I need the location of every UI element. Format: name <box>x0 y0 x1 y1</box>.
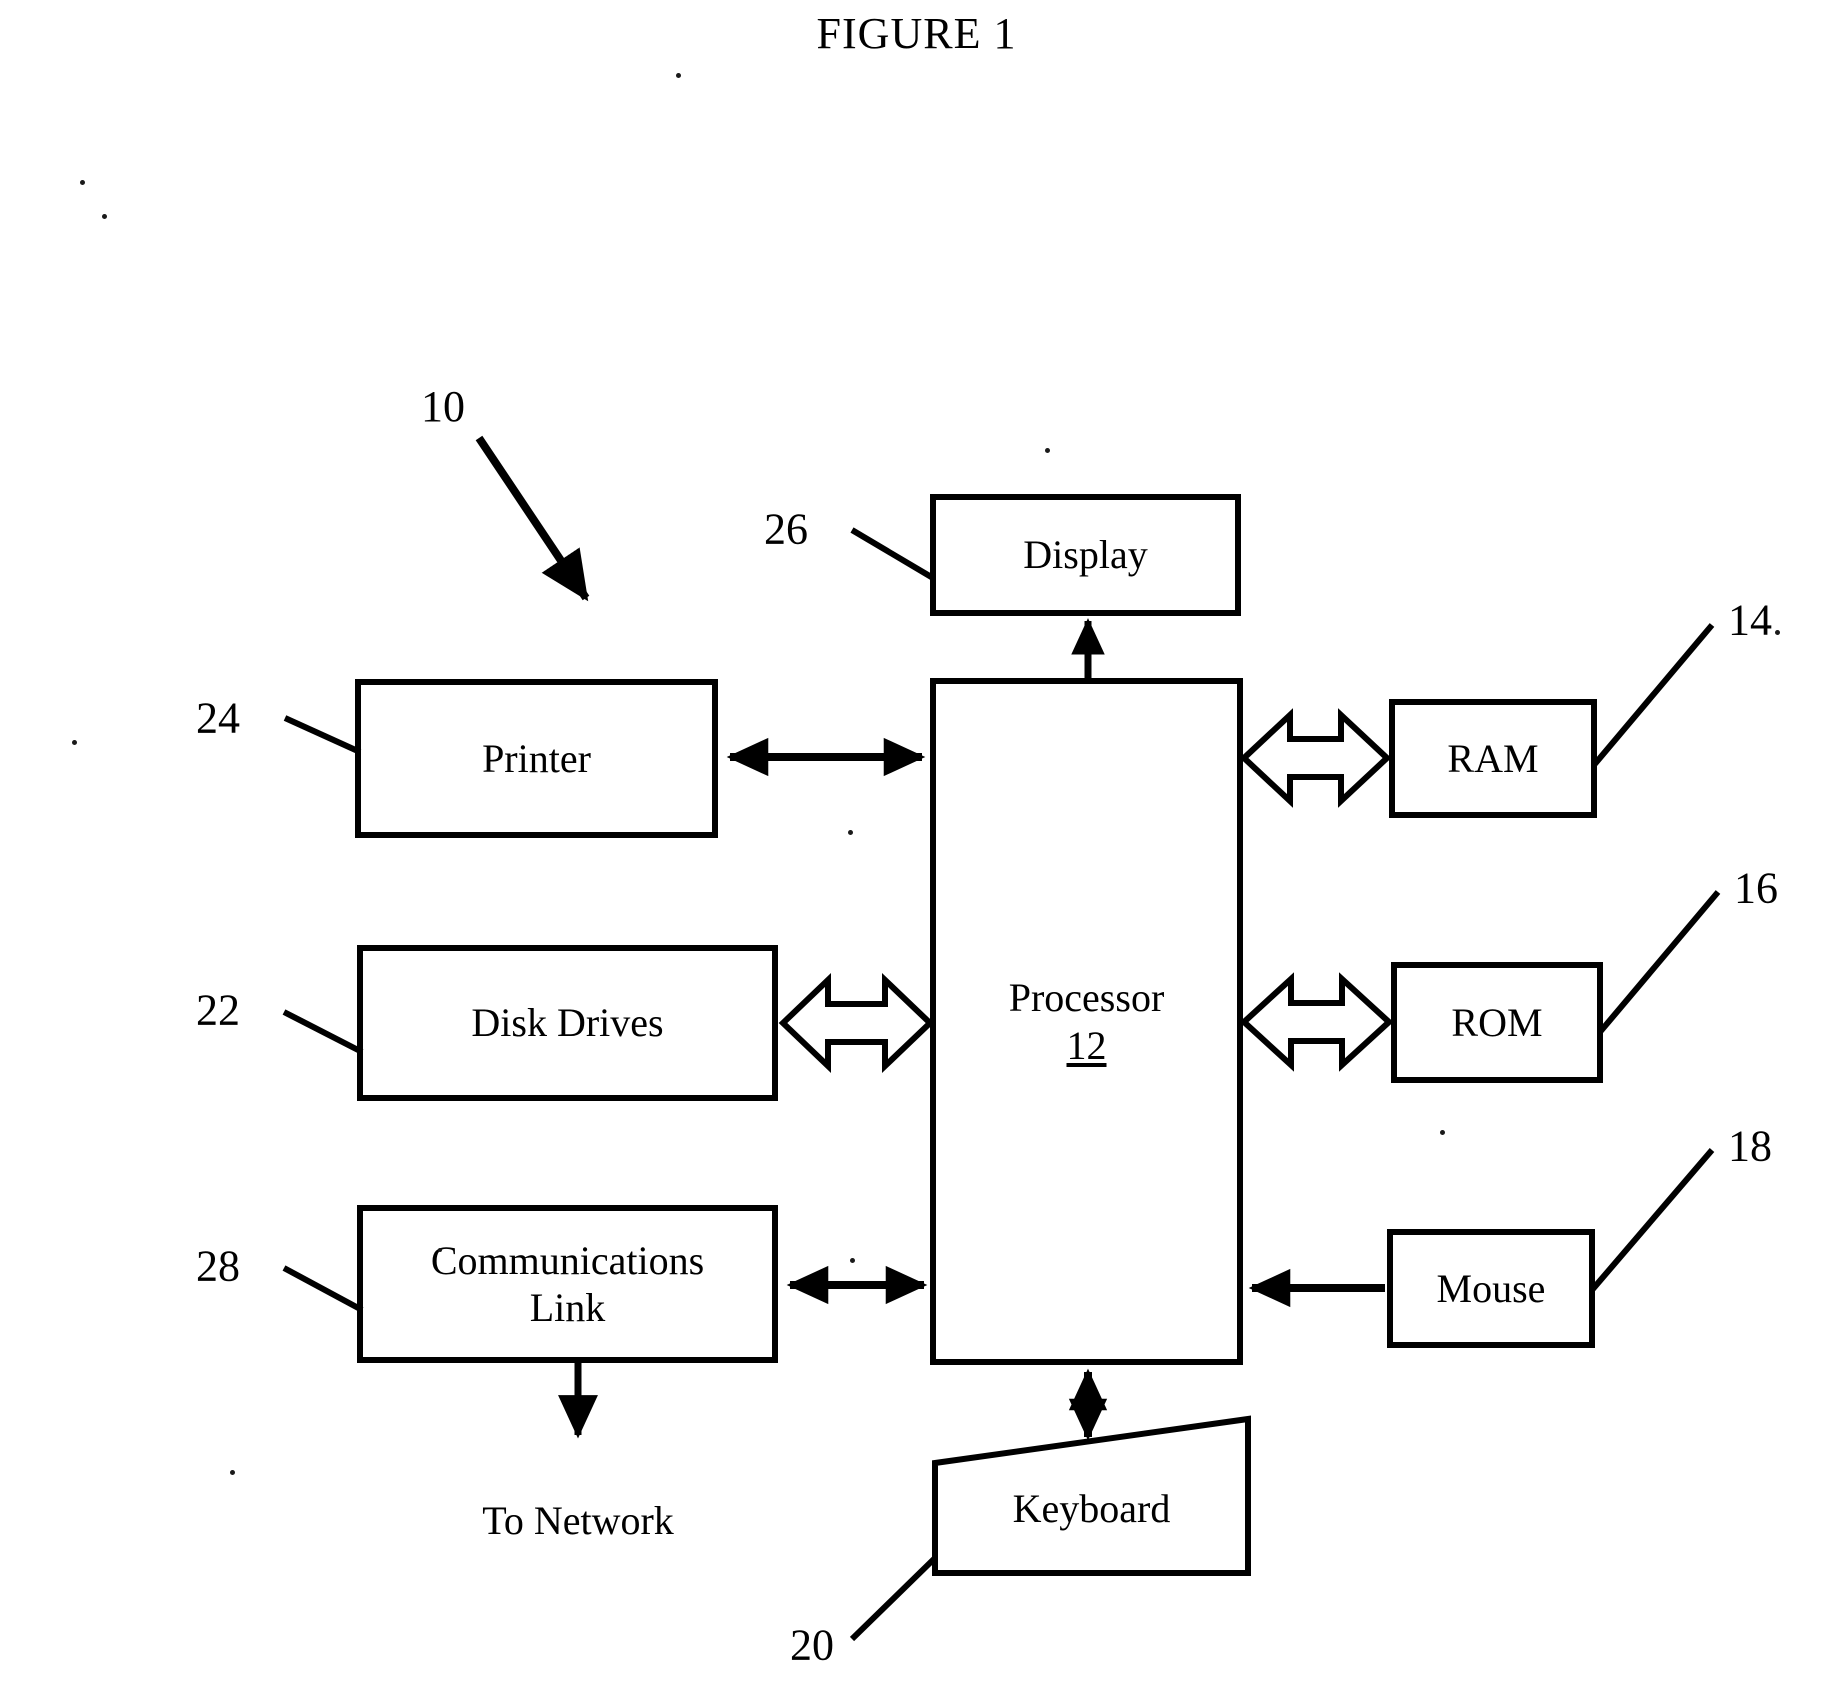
scan-speck <box>80 180 85 185</box>
ref-number-10: 10 <box>421 382 465 431</box>
ref-number-24: 24 <box>196 693 240 743</box>
scan-speck <box>676 73 681 78</box>
ref-number-14: 14 <box>1728 595 1772 645</box>
mouse-box <box>1387 1229 1595 1348</box>
processor-box <box>930 678 1243 1365</box>
ref-number-20: 20 <box>790 1620 834 1670</box>
keyboard-shape <box>932 1415 1251 1576</box>
leader-line-ram-14 <box>1591 623 1715 767</box>
leader-line-commlink-28 <box>282 1265 364 1313</box>
scan-speck <box>1045 448 1050 453</box>
figure-page: FIGURE 1 Display Printer Disk Drives Com… <box>0 0 1833 1685</box>
display-box <box>930 494 1241 616</box>
diagram-vector-layer <box>282 435 1721 1642</box>
communications-link-box <box>357 1205 778 1363</box>
rom-box <box>1391 962 1603 1083</box>
scan-speck <box>850 1258 855 1263</box>
ref-number-26: 26 <box>764 504 808 554</box>
ref-number-28: 28 <box>196 1241 240 1291</box>
leader-line-display-26 <box>850 527 935 581</box>
leader-line-keyboard-20 <box>849 1555 938 1642</box>
printer-box <box>355 679 718 838</box>
ref-number-16: 16 <box>1734 863 1778 913</box>
scan-speck <box>438 1248 442 1252</box>
connector-diskdrives-processor <box>778 972 935 1074</box>
ref-number-22: 22 <box>196 985 240 1035</box>
to-network-label: To Network <box>482 1498 674 1543</box>
leader-line-printer-24 <box>283 715 362 755</box>
scan-speck <box>1775 630 1780 635</box>
scan-speck <box>848 830 853 835</box>
scan-speck <box>230 1470 235 1475</box>
scan-speck <box>102 214 107 219</box>
leader-line-mouse-18 <box>1589 1148 1715 1292</box>
scan-speck <box>1440 1130 1445 1135</box>
ref-number-18: 18 <box>1728 1121 1772 1171</box>
scan-speck <box>72 740 77 745</box>
connector-processor-ram-shape <box>1239 708 1392 808</box>
ram-box <box>1389 699 1597 818</box>
leader-line-rom-16 <box>1597 890 1721 1034</box>
connector-processor-rom <box>1239 972 1394 1072</box>
disk-drives-box <box>357 945 778 1101</box>
leader-line-diskdrives-22 <box>282 1009 364 1055</box>
leader-line-system-10 <box>475 435 590 602</box>
